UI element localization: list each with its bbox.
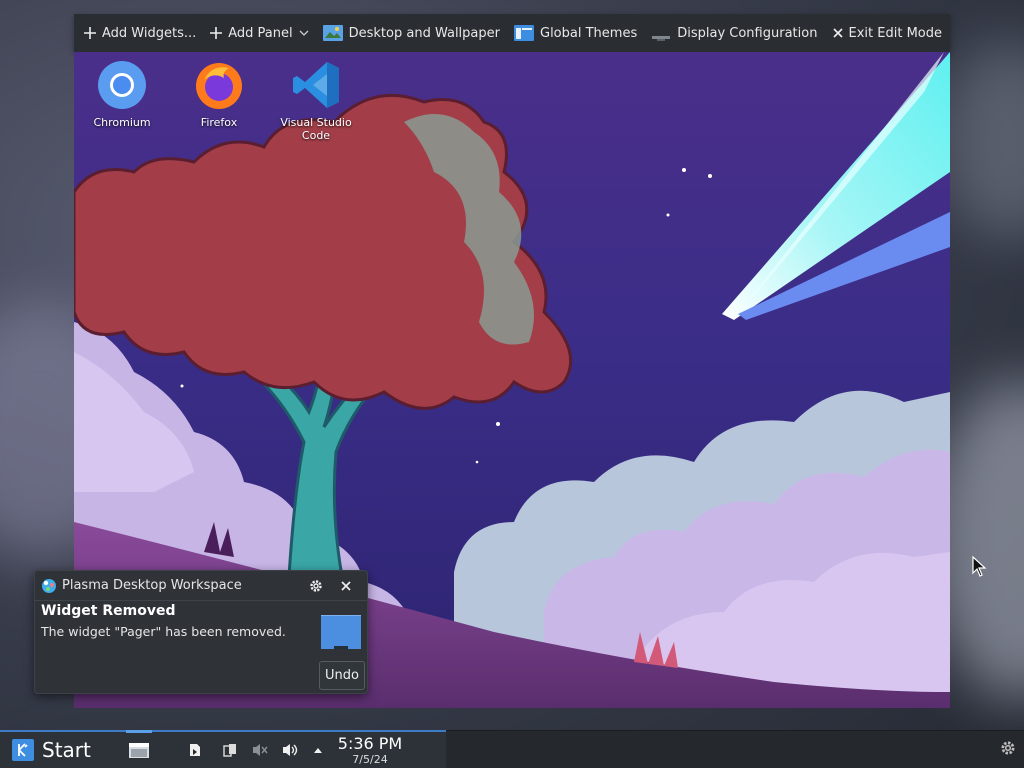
- add-widgets-label: Add Widgets...: [102, 25, 197, 41]
- desktop-icon-label-line1: Visual Studio: [280, 116, 352, 129]
- clock-time: 5:36 PM: [337, 734, 403, 753]
- background-blur: [940, 40, 1024, 240]
- taskbar: Start 5:36 PM 7/5/24: [0, 730, 1024, 768]
- volume-tray-button[interactable]: [280, 731, 300, 768]
- vscode-icon: [291, 60, 341, 110]
- clock-date: 7/5/24: [352, 753, 388, 766]
- add-panel-button[interactable]: Add Panel: [210, 14, 309, 52]
- device-icon: [223, 744, 236, 757]
- speaker-muted-icon: [253, 744, 268, 756]
- edit-mode-toolbar: Add Widgets... Add Panel Desktop and Wal…: [74, 14, 950, 52]
- wallpaper-icon: [322, 25, 343, 41]
- desktop-icon-firefox[interactable]: Firefox: [174, 60, 264, 129]
- exit-edit-mode-label: Exit Edit Mode: [848, 25, 942, 41]
- window-icon: [129, 743, 149, 758]
- chevron-down-icon: [299, 30, 309, 36]
- document-icon: [190, 744, 200, 756]
- desktop-wallpaper-button[interactable]: Desktop and Wallpaper: [322, 14, 500, 52]
- global-themes-button[interactable]: Global Themes: [514, 14, 637, 52]
- display-configuration-label: Display Configuration: [677, 25, 818, 41]
- desktop-wallpaper-label: Desktop and Wallpaper: [348, 25, 500, 41]
- battery-tray-button[interactable]: [221, 731, 239, 768]
- undo-button[interactable]: Undo: [319, 661, 365, 690]
- global-themes-icon: [514, 25, 534, 41]
- desktop-icon-label: Firefox: [200, 116, 238, 129]
- notification-body: The widget "Pager" has been removed.: [41, 624, 286, 639]
- tray-expand-button[interactable]: [310, 731, 326, 768]
- panel-configure-button[interactable]: [1000, 740, 1018, 758]
- kde-logo-icon: [12, 739, 34, 761]
- notification-app-name: Plasma Desktop Workspace: [62, 578, 242, 593]
- display-configuration-button[interactable]: Display Configuration: [651, 14, 817, 52]
- notification-settings-button[interactable]: [305, 575, 327, 597]
- notification-popup: Plasma Desktop Workspace Widget Removed …: [34, 570, 368, 694]
- start-label: Start: [42, 738, 91, 762]
- display-icon: [652, 36, 671, 41]
- plasma-icon: [42, 578, 56, 593]
- taskbar-window-button[interactable]: [126, 731, 152, 768]
- exit-edit-mode-button[interactable]: Exit Edit Mode: [832, 14, 942, 52]
- close-icon: [341, 580, 351, 591]
- desktop-icon-chromium[interactable]: Chromium: [77, 60, 167, 129]
- close-icon: [832, 28, 843, 38]
- gear-icon: [310, 579, 322, 592]
- notification-close-button[interactable]: [335, 575, 357, 597]
- add-widgets-button[interactable]: Add Widgets...: [84, 14, 196, 52]
- notification-header: Plasma Desktop Workspace: [35, 571, 367, 601]
- digital-clock[interactable]: 5:36 PM 7/5/24: [336, 734, 404, 766]
- plus-icon: [210, 27, 223, 39]
- notification-title: Widget Removed: [41, 603, 176, 619]
- audio-muted-tray-button[interactable]: [250, 731, 270, 768]
- chevron-up-icon: [314, 748, 322, 753]
- clipboard-tray-button[interactable]: [186, 731, 204, 768]
- gear-icon: [1001, 741, 1015, 755]
- plus-icon: [84, 27, 96, 39]
- global-themes-label: Global Themes: [540, 25, 638, 41]
- desktop-icon-label-line2: Code: [301, 129, 331, 142]
- screen: Add Widgets... Add Panel Desktop and Wal…: [0, 0, 1024, 768]
- start-button[interactable]: Start: [12, 738, 91, 762]
- firefox-icon: [194, 60, 244, 110]
- chromium-icon: [97, 60, 147, 110]
- add-panel-label: Add Panel: [228, 25, 293, 41]
- pager-widget-thumbnail: [321, 615, 361, 649]
- mouse-cursor-icon: [972, 556, 987, 577]
- desktop-icon-label: Chromium: [93, 116, 151, 129]
- desktop-icon-vscode[interactable]: Visual Studio Code: [271, 60, 361, 142]
- speaker-icon: [283, 744, 298, 756]
